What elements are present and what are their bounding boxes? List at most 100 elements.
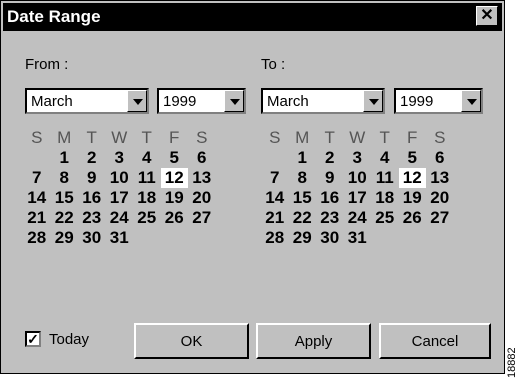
to-calendar: S M T W T F S 1 2 3 4 5 6 7 8 9 10 11 12 13 14 15 16 17 18 19 20 21… <box>261 128 454 248</box>
from-year-value: 1999 <box>163 93 197 110</box>
to-label: To : <box>261 56 286 73</box>
calendar-day[interactable]: 10 <box>344 168 372 188</box>
calendar-day[interactable]: 26 <box>399 208 427 228</box>
calendar-week-row: 123456 <box>261 148 454 168</box>
ok-mnemonic: O <box>180 332 193 350</box>
weekday-label: W <box>111 128 128 147</box>
title-bar: Date Range ✕ <box>3 3 502 31</box>
calendar-week-row: 14 15 16 17 18 19 20 <box>261 188 454 208</box>
calendar-day[interactable]: 30 <box>78 228 106 248</box>
chevron-down-icon[interactable] <box>461 90 481 112</box>
calendar-day[interactable]: 28 <box>261 228 289 248</box>
calendar-day[interactable]: 31 <box>344 228 372 248</box>
calendar-day[interactable]: 8 <box>51 168 79 188</box>
calendar-day[interactable]: 21 <box>23 208 51 228</box>
calendar-empty-cell <box>426 228 454 248</box>
calendar-day[interactable]: 20 <box>188 188 216 208</box>
calendar-day[interactable]: 31 <box>106 228 134 248</box>
calendar-day[interactable]: 15 <box>51 188 79 208</box>
calendar-day[interactable]: 9 <box>78 168 106 188</box>
calendar-day[interactable]: 27 <box>426 208 454 228</box>
figure-number: 18882 <box>506 347 518 378</box>
close-button[interactable]: ✕ <box>476 6 498 26</box>
cancel-button[interactable]: Cancel <box>379 323 491 359</box>
today-checkbox[interactable]: ✓ <box>25 331 41 347</box>
calendar-day[interactable]: 7 <box>261 168 289 188</box>
weekday-label: S <box>269 128 281 147</box>
ok-label-rest: K <box>192 332 203 350</box>
calendar-day[interactable]: 20 <box>426 188 454 208</box>
calendar-day[interactable]: 29 <box>289 228 317 248</box>
calendar-day[interactable]: 1 <box>51 148 79 168</box>
calendar-empty-cell <box>371 228 399 248</box>
calendar-day[interactable]: 23 <box>316 208 344 228</box>
calendar-day[interactable]: 10 <box>106 168 134 188</box>
calendar-day[interactable]: 3 <box>106 148 134 168</box>
calendar-day[interactable]: 14 <box>261 188 289 208</box>
cancel-label-rest: ancel <box>422 332 459 350</box>
weekday-label: F <box>407 128 418 147</box>
weekday-label: S <box>434 128 446 147</box>
weekday-label: S <box>31 128 43 147</box>
calendar-day[interactable]: 25 <box>133 208 161 228</box>
weekday-label: W <box>349 128 366 147</box>
apply-button[interactable]: Apply <box>256 323 371 359</box>
from-year-select[interactable]: 1999 <box>157 88 246 114</box>
calendar-day[interactable]: 14 <box>23 188 51 208</box>
calendar-day[interactable]: 12 <box>398 168 426 188</box>
chevron-down-icon[interactable] <box>224 90 244 112</box>
calendar-day[interactable]: 28 <box>23 228 51 248</box>
calendar-day[interactable]: 1 <box>289 148 317 168</box>
calendar-day[interactable]: 4 <box>133 148 161 168</box>
calendar-week-row: 123456 <box>23 148 216 168</box>
calendar-day[interactable]: 2 <box>78 148 106 168</box>
calendar-day[interactable]: 17 <box>344 188 372 208</box>
calendar-day[interactable]: 12 <box>160 168 188 188</box>
calendar-day[interactable]: 22 <box>51 208 79 228</box>
today-label[interactable]: Today <box>49 331 89 348</box>
calendar-day[interactable]: 18 <box>133 188 161 208</box>
calendar-day[interactable]: 26 <box>161 208 189 228</box>
calendar-day[interactable]: 17 <box>106 188 134 208</box>
calendar-day[interactable]: 11 <box>371 168 399 188</box>
calendar-day[interactable]: 24 <box>106 208 134 228</box>
ok-button[interactable]: OK <box>134 323 249 359</box>
calendar-day[interactable]: 8 <box>289 168 317 188</box>
calendar-day[interactable]: 15 <box>289 188 317 208</box>
to-year-select[interactable]: 1999 <box>394 88 483 114</box>
calendar-day[interactable]: 25 <box>371 208 399 228</box>
calendar-day[interactable]: 13 <box>426 168 454 188</box>
calendar-day[interactable]: 19 <box>161 188 189 208</box>
chevron-down-icon[interactable] <box>363 90 383 112</box>
calendar-day[interactable]: 2 <box>316 148 344 168</box>
calendar-day[interactable]: 27 <box>188 208 216 228</box>
calendar-day[interactable]: 9 <box>316 168 344 188</box>
calendar-day[interactable]: 19 <box>399 188 427 208</box>
calendar-day[interactable]: 6 <box>426 148 454 168</box>
calendar-day[interactable]: 11 <box>133 168 161 188</box>
calendar-day[interactable]: 16 <box>316 188 344 208</box>
chevron-down-icon[interactable] <box>127 90 147 112</box>
calendar-day[interactable]: 21 <box>261 208 289 228</box>
weekday-label: T <box>379 128 390 147</box>
calendar-day[interactable]: 6 <box>188 148 216 168</box>
calendar-day[interactable]: 7 <box>23 168 51 188</box>
calendar-day[interactable]: 29 <box>51 228 79 248</box>
calendar-week-row: 21 22 23 24 25 26 27 <box>23 208 216 228</box>
weekday-label: T <box>86 128 97 147</box>
calendar-day[interactable]: 23 <box>78 208 106 228</box>
to-month-select[interactable]: March <box>261 88 385 114</box>
calendar-day[interactable]: 24 <box>344 208 372 228</box>
calendar-day[interactable]: 22 <box>289 208 317 228</box>
from-month-select[interactable]: March <box>25 88 149 114</box>
calendar-day[interactable]: 30 <box>316 228 344 248</box>
calendar-day[interactable]: 13 <box>188 168 216 188</box>
calendar-day[interactable]: 4 <box>371 148 399 168</box>
from-label: From : <box>25 56 69 73</box>
calendar-day[interactable]: 18 <box>371 188 399 208</box>
cancel-mnemonic: C <box>411 332 423 350</box>
calendar-day[interactable]: 16 <box>78 188 106 208</box>
calendar-day[interactable]: 5 <box>399 148 427 168</box>
calendar-day[interactable]: 3 <box>344 148 372 168</box>
calendar-day[interactable]: 5 <box>161 148 189 168</box>
